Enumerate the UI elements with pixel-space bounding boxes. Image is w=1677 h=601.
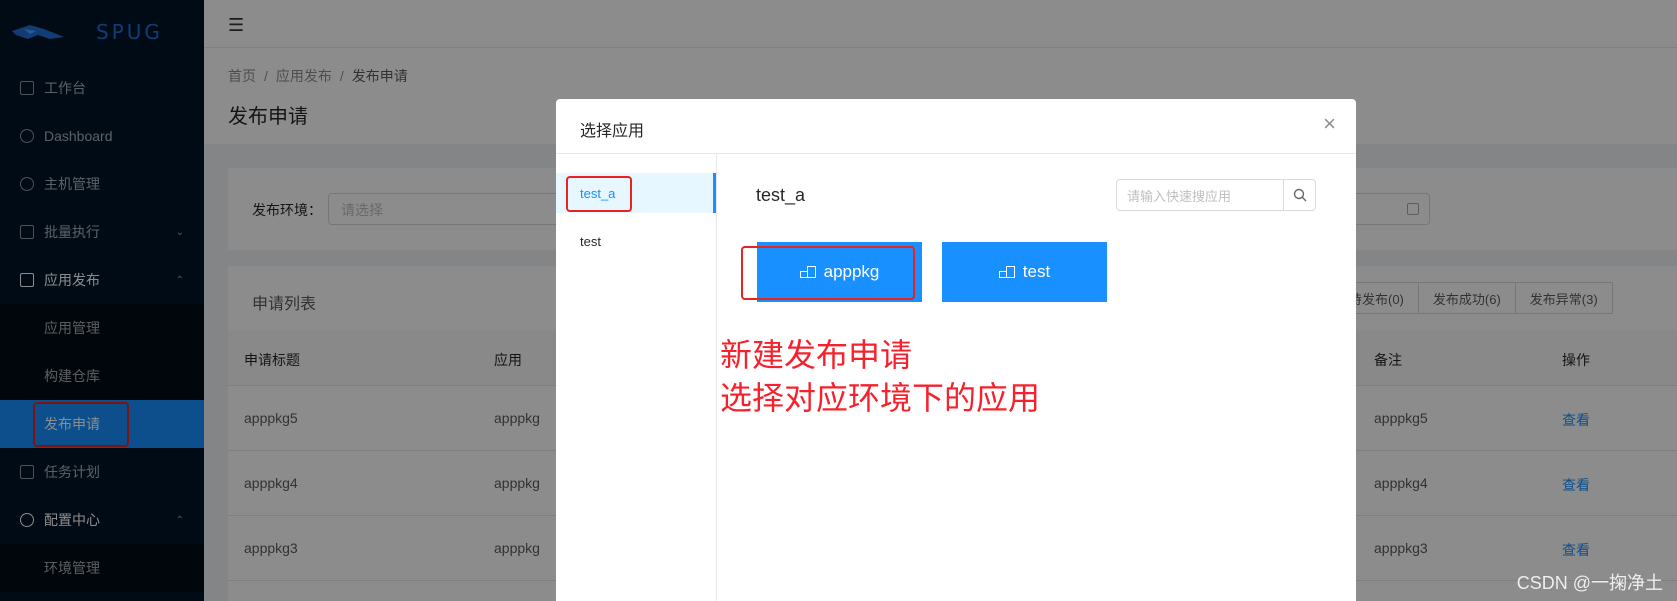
highlight-box-env: [566, 176, 632, 212]
app-button-label: test: [1022, 262, 1051, 281]
search-icon: [1293, 188, 1306, 202]
annotation-text: 新建发布申请 选择对应环境下的应用: [720, 334, 1040, 420]
close-icon[interactable]: ×: [1323, 113, 1336, 135]
modal-title: 选择应用: [580, 123, 645, 140]
app-search: 请输入快速搜应用: [1116, 179, 1316, 211]
watermark: CSDN @一掬净土: [1516, 573, 1663, 593]
build-icon: [998, 266, 1015, 278]
annotation-line-2: 选择对应环境下的应用: [720, 379, 1041, 417]
env-item-test[interactable]: test: [556, 221, 716, 261]
app-button-test[interactable]: test: [942, 242, 1107, 302]
app-search-input[interactable]: 请输入快速搜应用: [1116, 179, 1284, 211]
search-button[interactable]: [1284, 179, 1316, 211]
selected-env-title: test_a: [756, 185, 806, 205]
highlight-box-app: [741, 246, 915, 300]
annotation-line-1: 新建发布申请: [720, 336, 913, 374]
modal-header: 选择应用 ×: [556, 99, 1356, 154]
env-menu: test_a test: [556, 154, 717, 601]
